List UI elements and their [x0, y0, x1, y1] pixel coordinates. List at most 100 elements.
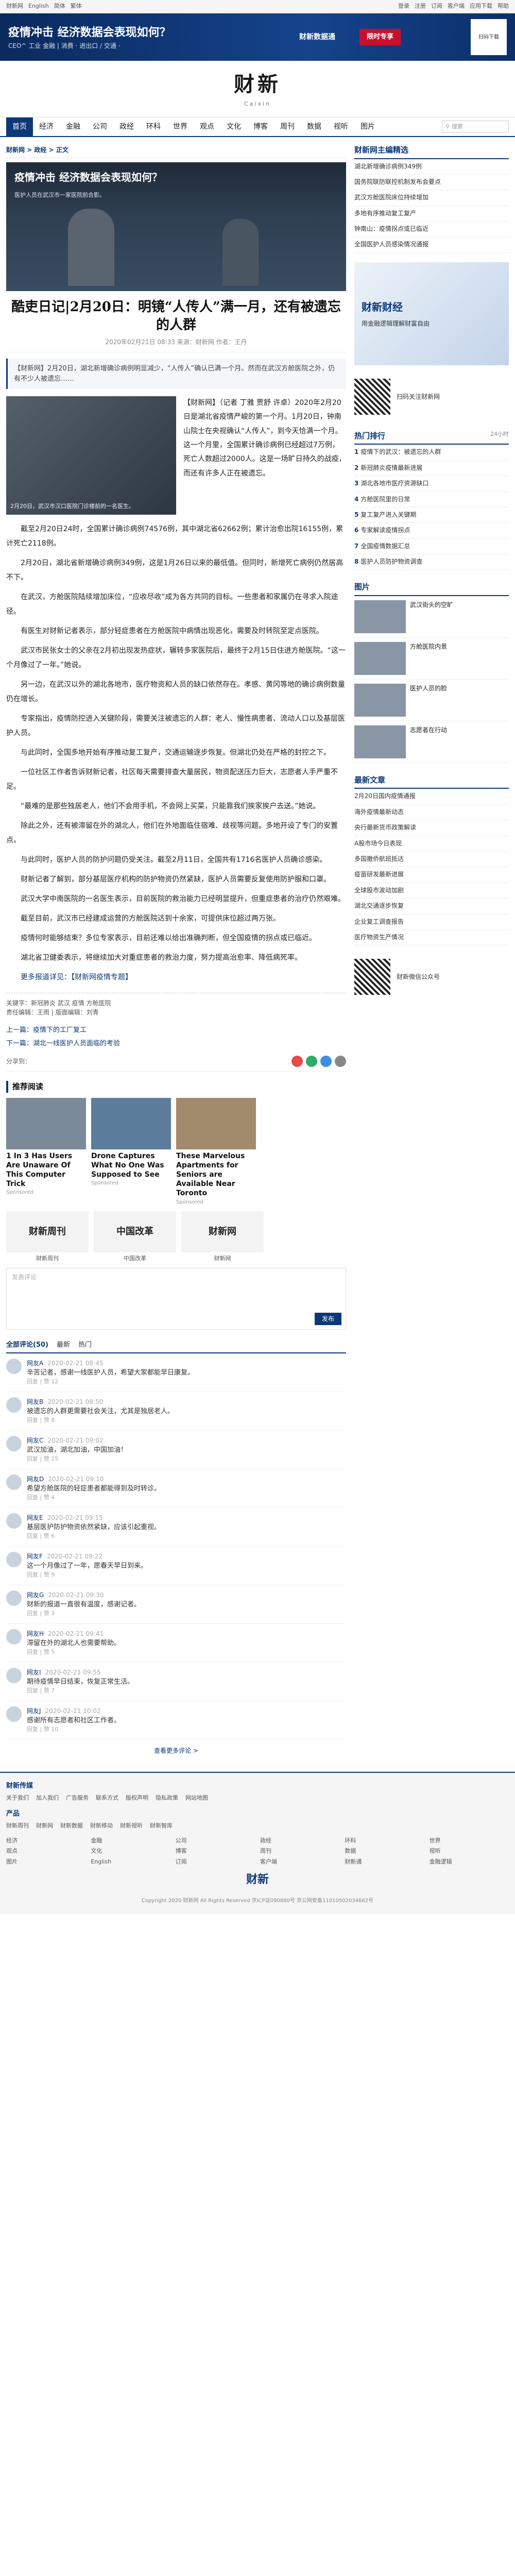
- editor-pick-item[interactable]: 国务院联防联控机制发布会要点: [354, 175, 509, 191]
- footer-link[interactable]: 版权声明: [126, 1794, 148, 1803]
- tab-hot[interactable]: 热门: [78, 1340, 92, 1350]
- editor-pick-item[interactable]: 钟南山：疫情拐点或已临近: [354, 222, 509, 238]
- tab-latest[interactable]: 最新: [57, 1340, 70, 1350]
- footer-link[interactable]: 财新视听: [120, 1822, 143, 1831]
- footer-grid-link[interactable]: 世界: [430, 1837, 509, 1845]
- footer-grid-link[interactable]: 金融逻辑: [430, 1858, 509, 1867]
- top-banner-ad[interactable]: 疫情冲击 经济数据会表现如何？ CEO^ 工业 金融 | 消费 · 进出口 / …: [0, 13, 515, 61]
- related-card[interactable]: These Marvelous Apartments for Seniors a…: [176, 1097, 256, 1206]
- hot-item[interactable]: 3 湖北各地市医疗资源缺口: [354, 476, 509, 492]
- avatar[interactable]: [6, 1513, 22, 1529]
- wechat-icon[interactable]: [306, 1056, 317, 1067]
- tag-line[interactable]: 关键字：新冠肺炎 武汉 疫情 方舱医院: [6, 998, 346, 1008]
- footer-grid-link[interactable]: 订阅: [176, 1858, 255, 1867]
- footer-grid-link[interactable]: 数据: [345, 1847, 424, 1856]
- subscribe-link[interactable]: 订阅: [431, 2, 442, 11]
- comment-author[interactable]: 网友B 2020-02-21 08:50: [27, 1397, 174, 1406]
- nav-item[interactable]: 视听: [328, 117, 354, 136]
- nav-item[interactable]: 金融: [60, 117, 87, 136]
- footer-link[interactable]: 联系方式: [96, 1794, 118, 1803]
- avatar[interactable]: [6, 1590, 22, 1606]
- ranking-period[interactable]: 24小时: [490, 430, 509, 442]
- nav-item[interactable]: 政经: [113, 117, 140, 136]
- avatar[interactable]: [6, 1667, 22, 1683]
- footer-grid-link[interactable]: 金融: [91, 1837, 170, 1845]
- comment-actions[interactable]: 回复 | 赞 7: [27, 1687, 134, 1696]
- footer-link[interactable]: 财新智库: [150, 1822, 173, 1831]
- footer-link[interactable]: 关于我们: [6, 1794, 29, 1803]
- picture-item[interactable]: 志愿者在行动: [354, 721, 509, 763]
- comment-author[interactable]: 网友A 2020-02-21 08:45: [27, 1359, 194, 1368]
- comment-send-button[interactable]: 发布: [314, 1313, 341, 1326]
- news-item[interactable]: 湖北交通逐步恢复: [354, 899, 509, 914]
- avatar[interactable]: [6, 1551, 22, 1567]
- sidebar-ad[interactable]: 财新财经 用金融逻辑理解财富自由: [354, 262, 509, 365]
- hot-item[interactable]: 1 疫情下的武汉：被遗忘的人群: [354, 445, 509, 461]
- comment-author[interactable]: 网友D 2020-02-21 09:10: [27, 1475, 161, 1484]
- topbar-link[interactable]: English: [28, 2, 49, 11]
- footer-grid-link[interactable]: English: [91, 1858, 170, 1867]
- nav-item[interactable]: 图片: [354, 117, 381, 136]
- picture-item[interactable]: 武汉街头的空旷: [354, 596, 509, 638]
- news-item[interactable]: 企业复工调查报告: [354, 914, 509, 930]
- hot-item[interactable]: 6 专家解读疫情拐点: [354, 523, 509, 539]
- footer-grid-link[interactable]: 公司: [176, 1837, 255, 1845]
- comment-actions[interactable]: 回复 | 赞 4: [27, 1494, 161, 1502]
- next-article-link[interactable]: 下一篇：湖北一线医护人员面临的考验: [6, 1039, 346, 1049]
- picture-item[interactable]: 医护人员的脸: [354, 680, 509, 721]
- prev-article-link[interactable]: 上一篇：疫情下的工厂复工: [6, 1025, 346, 1036]
- comment-actions[interactable]: 回复 | 赞 15: [27, 1455, 127, 1464]
- register-link[interactable]: 注册: [415, 2, 426, 11]
- news-item[interactable]: 2月20日国内疫情通报: [354, 789, 509, 805]
- nav-item[interactable]: 观点: [194, 117, 220, 136]
- footer-grid-link[interactable]: 政经: [260, 1837, 339, 1845]
- topbar-link[interactable]: 简体: [54, 2, 65, 11]
- comment-actions[interactable]: 回复 | 赞 12: [27, 1378, 194, 1386]
- app-link[interactable]: 客户端: [448, 2, 465, 11]
- editor-pick-item[interactable]: 全国医护人员感染情况通报: [354, 237, 509, 253]
- footer-grid-link[interactable]: 观点: [6, 1847, 85, 1856]
- comment-actions[interactable]: 回复 | 赞 3: [27, 1609, 141, 1618]
- hot-item[interactable]: 7 全国疫情数据汇总: [354, 539, 509, 555]
- hero-banner[interactable]: 疫情冲击 经济数据会表现如何？ 医护人员在武汉市一家医院前合影。: [6, 162, 346, 291]
- news-item[interactable]: 医疗物资生产情况: [354, 930, 509, 946]
- footer-grid-link[interactable]: 博客: [176, 1847, 255, 1856]
- nav-item[interactable]: 文化: [220, 117, 247, 136]
- avatar[interactable]: [6, 1435, 22, 1451]
- footer-link[interactable]: 财新数据: [60, 1822, 83, 1831]
- download-link[interactable]: 应用下载: [470, 2, 492, 11]
- editor-pick-item[interactable]: 多地有序推动复工复产: [354, 206, 509, 222]
- avatar[interactable]: [6, 1358, 22, 1374]
- picture-item[interactable]: 方舱医院内景: [354, 638, 509, 680]
- news-item[interactable]: 海外疫情最新动态: [354, 805, 509, 821]
- footer-grid-link[interactable]: 图片: [6, 1858, 85, 1867]
- publication-item[interactable]: 财新周刊 财新周刊: [6, 1211, 89, 1263]
- footer-grid-link[interactable]: 周刊: [260, 1847, 339, 1856]
- related-card[interactable]: Drone Captures What No One Was Supposed …: [91, 1097, 171, 1206]
- hot-item[interactable]: 2 新冠肺炎疫情最新进展: [354, 461, 509, 477]
- comment-actions[interactable]: 回复 | 赞 10: [27, 1725, 121, 1734]
- related-card[interactable]: 1 In 3 Has Users Are Unaware Of This Com…: [6, 1097, 86, 1206]
- footer-grid-link[interactable]: 视听: [430, 1847, 509, 1856]
- nav-item[interactable]: 经济: [33, 117, 60, 136]
- more-comments-link[interactable]: 查看更多评论 >: [6, 1740, 346, 1761]
- footer-grid-link[interactable]: 财新通: [345, 1858, 424, 1867]
- qzone-icon[interactable]: [320, 1056, 332, 1067]
- site-logo[interactable]: 财新: [234, 69, 281, 100]
- comment-author[interactable]: 网友F 2020-02-21 09:22: [27, 1552, 147, 1561]
- footer-link[interactable]: 财新网: [36, 1822, 53, 1831]
- footer-link[interactable]: 财新移动: [90, 1822, 113, 1831]
- comment-actions[interactable]: 回复 | 赞 5: [27, 1648, 121, 1657]
- banner-button[interactable]: 限时专享: [359, 29, 401, 45]
- news-item[interactable]: A股市场今日表现: [354, 836, 509, 852]
- nav-item[interactable]: 博客: [247, 117, 274, 136]
- comment-author[interactable]: 网友J 2020-02-21 10:02: [27, 1706, 121, 1716]
- footer-link[interactable]: 网站地图: [185, 1794, 208, 1803]
- nav-item[interactable]: 周刊: [274, 117, 301, 136]
- avatar[interactable]: [6, 1474, 22, 1490]
- publication-item[interactable]: 财新网 财新网: [181, 1211, 264, 1263]
- help-link[interactable]: 帮助: [497, 2, 509, 11]
- more-share-icon[interactable]: [335, 1056, 346, 1067]
- editor-pick-item[interactable]: 湖北新增确诊病例349例: [354, 159, 509, 175]
- footer-logo[interactable]: 财新: [6, 1871, 509, 1888]
